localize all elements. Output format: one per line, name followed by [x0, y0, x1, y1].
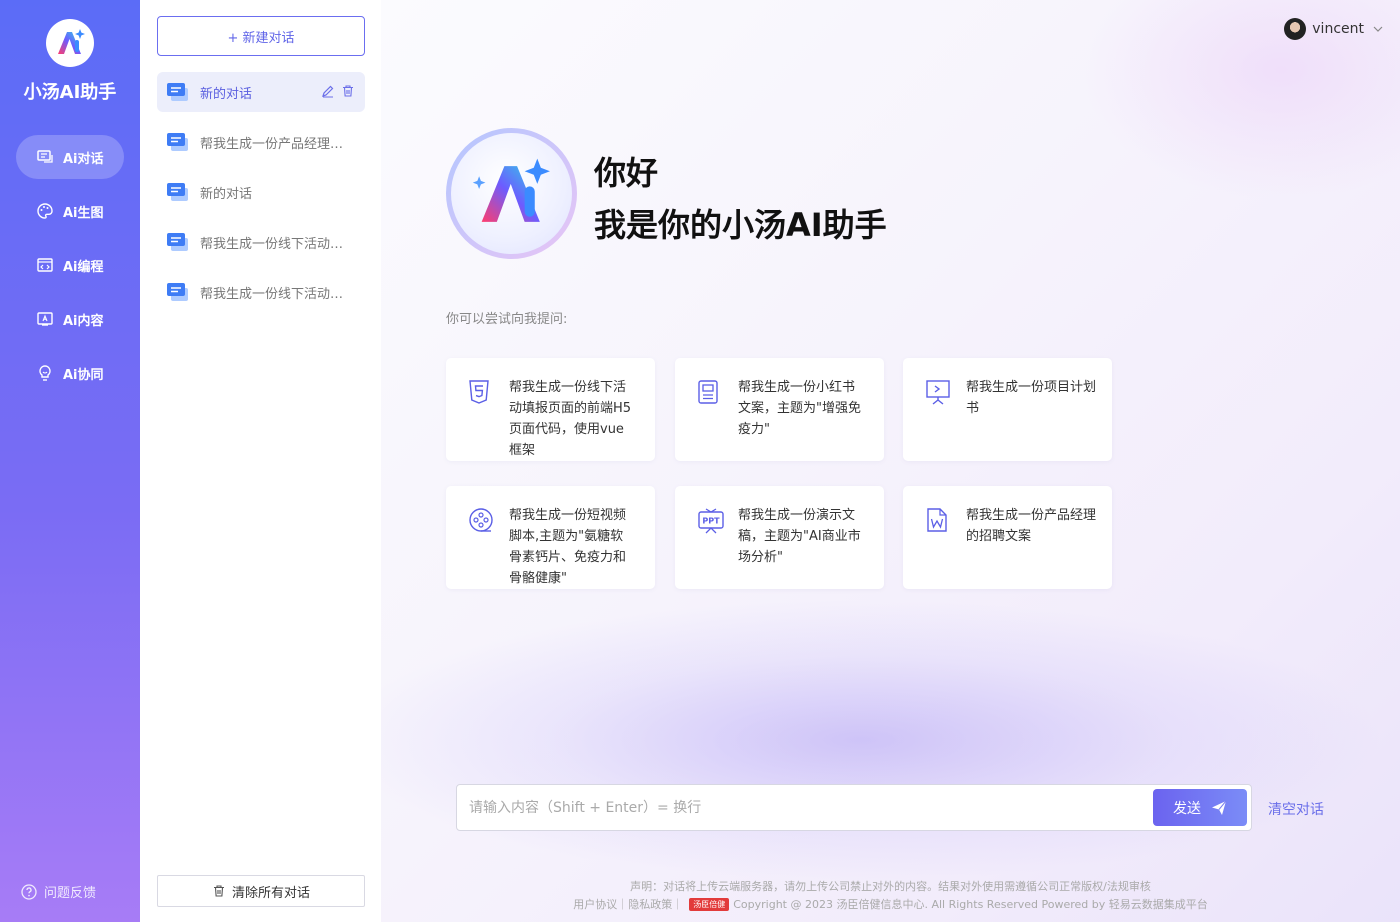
conversation-icon — [167, 83, 188, 101]
conversation-icon — [167, 233, 188, 251]
palette-icon — [37, 203, 53, 219]
suggestion-card[interactable]: 帮我生成一份线下活动填报页面的前端H5页面代码，使用vue框架 — [446, 358, 655, 461]
main-nav: 小汤AI助手 Ai对话 Ai生图 Ai编程 Ai内容 Ai协同 问题反馈 — [0, 0, 140, 922]
nav-item-label: Ai生图 — [63, 205, 104, 221]
suggestion-card[interactable]: 帮我生成一份产品经理的招聘文案 — [903, 486, 1112, 589]
new-conversation-button[interactable]: + 新建对话 — [157, 16, 365, 56]
conversation-item[interactable]: 帮我生成一份产品经理的招聘文案 — [157, 122, 365, 162]
company-badge: 汤臣倍健 — [689, 897, 730, 911]
conversation-icon — [167, 283, 188, 301]
presentation-icon — [926, 380, 950, 405]
conversation-icon — [167, 183, 188, 201]
feedback-link[interactable]: 问题反馈 — [20, 882, 96, 901]
clear-conversation-link[interactable]: 清空对话 — [1268, 799, 1324, 819]
brand-name: 小汤AI助手 — [23, 82, 117, 103]
help-circle-icon — [21, 883, 37, 900]
nav-item-ai-image[interactable]: Ai生图 — [16, 189, 124, 233]
ppt-icon: PPT — [698, 508, 724, 534]
avatar — [1284, 18, 1307, 40]
conversation-actions — [321, 84, 355, 98]
suggestion-card[interactable]: 帮我生成一份项目计划书 — [903, 358, 1112, 461]
conversation-title: 帮我生成一份产品经理的招聘文案 — [200, 136, 354, 152]
clear-all-label: 清除所有对话 — [231, 885, 310, 901]
conversation-sidebar: + 新建对话 新的对话 帮我生成一份产品经理的招聘文案 新的对话 帮我生成一份线… — [140, 0, 381, 922]
nav-item-ai-collab[interactable]: Ai协同 — [16, 351, 124, 395]
suggestion-text: 帮我生成一份演示文稿，主题为"AI商业市场分析" — [738, 508, 861, 565]
username: vincent — [1312, 21, 1364, 37]
suggestion-hint: 你可以尝试向我提问: — [446, 312, 568, 327]
app-logo — [46, 19, 94, 67]
background-glow — [381, 600, 1400, 922]
chat-icon — [37, 150, 53, 163]
suggestion-text: 帮我生成一份短视频脚本,主题为"氨糖软骨素钙片、免疫力和骨骼健康" — [509, 508, 627, 586]
conversation-item[interactable]: 新的对话 — [157, 172, 365, 212]
user-menu[interactable]: vincent — [1284, 18, 1384, 40]
conversation-icon — [167, 133, 188, 151]
nav-item-label: Ai协同 — [63, 367, 104, 383]
greeting: 你好 — [594, 154, 659, 192]
film-reel-icon — [469, 508, 493, 532]
suggestion-text: 帮我生成一份产品经理的招聘文案 — [966, 508, 1097, 544]
ai-logo-icon — [472, 158, 550, 222]
suggestion-text: 帮我生成一份线下活动填报页面的前端H5页面代码，使用vue框架 — [509, 380, 632, 458]
content-icon — [37, 312, 53, 326]
footer-copyright: Copyright @ 2023 汤臣倍健信息中心. All Rights Re… — [733, 898, 1208, 911]
bulb-icon — [39, 365, 51, 381]
html5-icon — [469, 380, 489, 404]
conversation-title: 新的对话 — [200, 186, 253, 202]
footer-disclaimer: 声明：对话将上传云端服务器，请勿上传公司禁止对外的内容。结果对外使用需遵循公司正… — [630, 880, 1151, 893]
clear-all-conversations-button[interactable]: 清除所有对话 — [157, 875, 365, 907]
chevron-down-icon — [1373, 26, 1383, 32]
paper-plane-icon — [1212, 800, 1227, 815]
code-icon — [37, 258, 53, 272]
suggestion-card[interactable]: PPT 帮我生成一份演示文稿，主题为"AI商业市场分析" — [675, 486, 884, 589]
message-input[interactable] — [457, 785, 1137, 830]
conversation-title: 新的对话 — [200, 86, 253, 102]
suggestion-card[interactable]: 帮我生成一份小红书文案，主题为"增强免疫力" — [675, 358, 884, 461]
trash-icon[interactable] — [341, 84, 355, 98]
message-composer: 发送 — [456, 784, 1252, 831]
chat-main: vincent 你好 我是你的小汤AI助手 你可以尝试向我提问: 帮我生成一份线… — [381, 0, 1400, 922]
ai-logo-icon — [58, 29, 85, 54]
send-button[interactable]: 发送 — [1153, 789, 1247, 826]
trash-icon — [213, 885, 224, 897]
document-icon — [698, 380, 718, 404]
suggestion-text: 帮我生成一份小红书文案，主题为"增强免疫力" — [738, 380, 861, 437]
conversation-title: 帮我生成一份线下活动填报页面的前端H5页面代码 — [200, 286, 354, 302]
footer-copyright-row: 用户协议｜隐私政策｜ 汤臣倍健 Copyright @ 2023 汤臣倍健信息中… — [381, 896, 1400, 912]
conversation-item[interactable]: 帮我生成一份线下活动填报页面的前端H5页面代码 — [157, 272, 365, 312]
suggestion-text: 帮我生成一份项目计划书 — [966, 380, 1097, 416]
assistant-intro: 我是你的小汤AI助手 — [594, 206, 887, 244]
nav-item-label: Ai对话 — [63, 151, 104, 167]
nav-item-ai-content[interactable]: Ai内容 — [16, 297, 124, 341]
nav-item-label: Ai内容 — [63, 313, 104, 329]
nav-item-label: Ai编程 — [63, 259, 104, 275]
nav-item-ai-code[interactable]: Ai编程 — [16, 243, 124, 287]
assistant-logo — [446, 128, 577, 259]
nav-item-ai-chat[interactable]: Ai对话 — [16, 135, 124, 179]
conversation-title: 帮我生成一份线下活动填报页面的前端H5页面代码 — [200, 236, 354, 252]
footer-links[interactable]: 用户协议｜隐私政策｜ — [573, 896, 683, 912]
feedback-label: 问题反馈 — [44, 886, 97, 901]
conversation-item[interactable]: 新的对话 — [157, 72, 365, 112]
svg-text:PPT: PPT — [702, 517, 720, 526]
suggestion-card[interactable]: 帮我生成一份短视频脚本,主题为"氨糖软骨素钙片、免疫力和骨骼健康" — [446, 486, 655, 589]
conversation-item[interactable]: 帮我生成一份线下活动填报页面的前端H5页面代码 — [157, 222, 365, 262]
send-label: 发送 — [1173, 799, 1201, 816]
word-doc-icon — [927, 508, 947, 532]
edit-icon[interactable] — [321, 84, 335, 98]
